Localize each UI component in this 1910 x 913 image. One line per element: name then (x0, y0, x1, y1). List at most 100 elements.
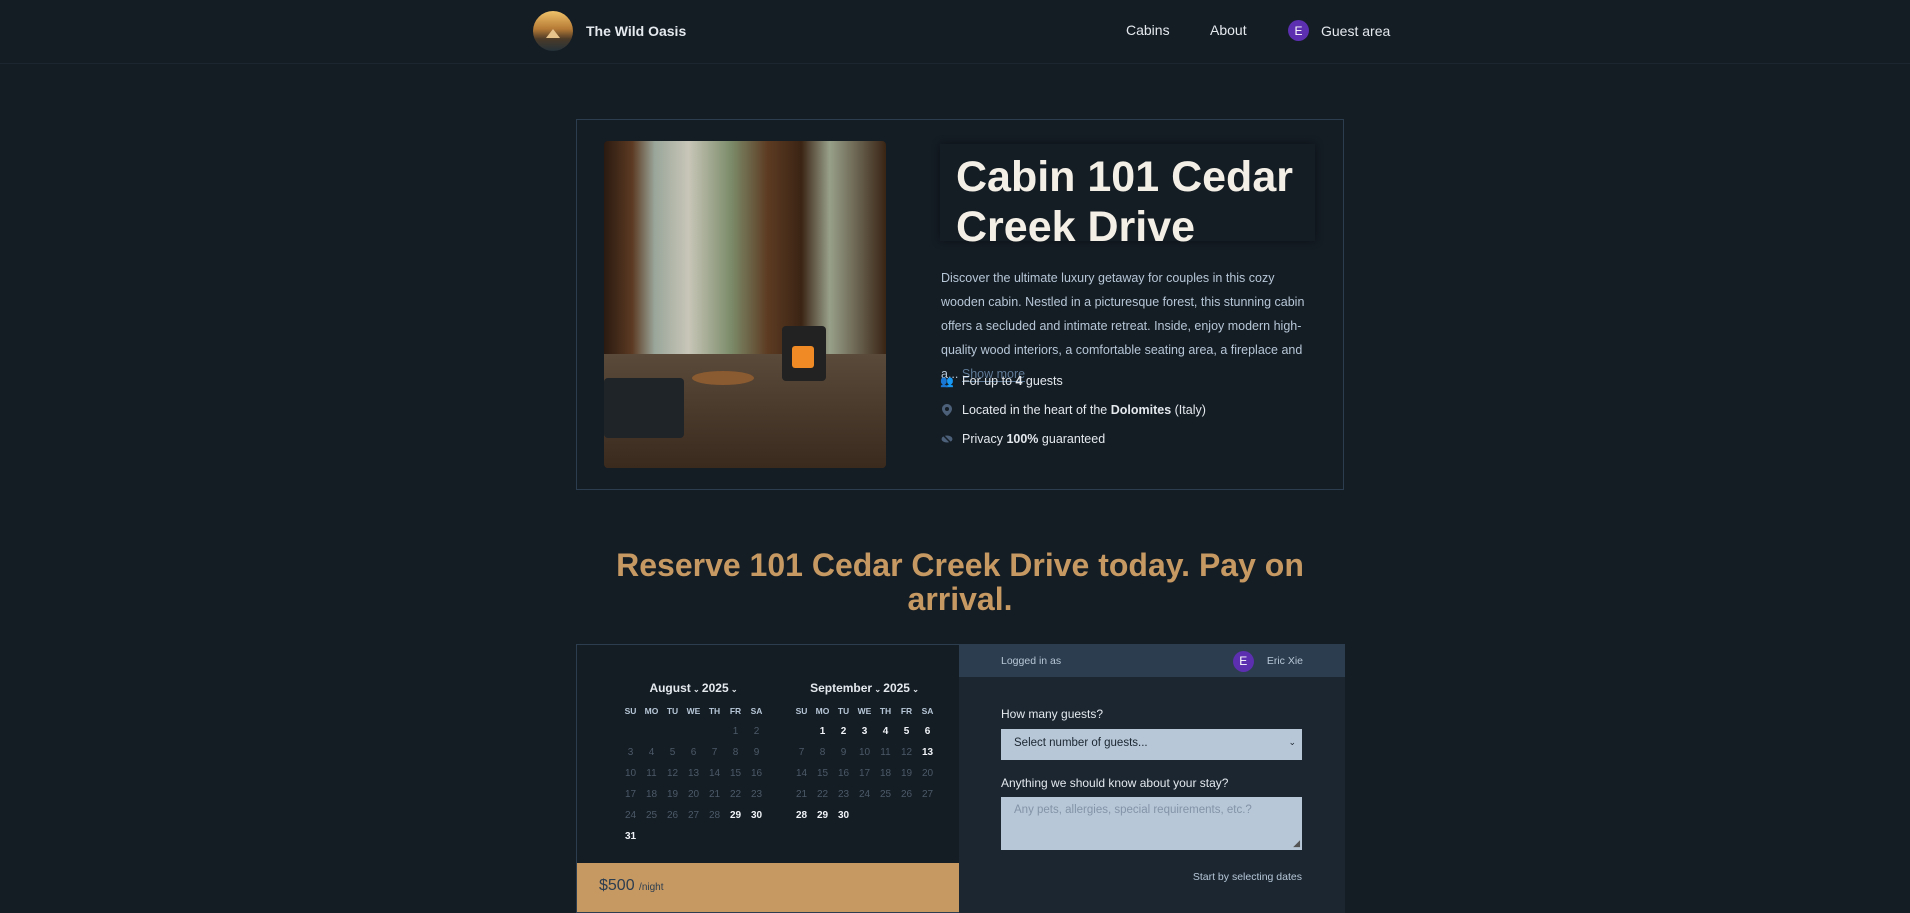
day-cell: 10 (624, 768, 637, 779)
weekday-label: TU (666, 706, 679, 716)
date-range-picker[interactable]: August ⌄ 2025 ⌄ SU MO TU WE TH FR SA 1 2 3 4 5 6 7 8 9 10… (577, 645, 959, 863)
day-cell: 8 (819, 747, 826, 758)
user-avatar: E (1232, 650, 1254, 672)
notes-textarea[interactable]: Any pets, allergies, special requirement… (1001, 797, 1302, 850)
weekday-label: SU (795, 706, 808, 716)
eye-slash-icon (941, 433, 953, 445)
month-select[interactable]: August (649, 681, 690, 695)
day-cell: 1 (732, 726, 739, 737)
feature-guests: 👥 For up to 4 guests (940, 374, 1063, 388)
day-cell: 21 (795, 789, 808, 800)
month-header[interactable]: August ⌄ 2025 ⌄ (620, 681, 767, 701)
notes-placeholder: Any pets, allergies, special requirement… (1014, 804, 1252, 816)
empty-cell (704, 721, 725, 742)
day-cell: 11 (880, 747, 891, 758)
guest-area-label: Guest area (1321, 22, 1391, 39)
logo-link[interactable]: The Wild Oasis (533, 11, 686, 51)
day-cell: 22 (816, 789, 829, 800)
day-cell: 2 (753, 726, 760, 737)
weekday-label: TH (708, 706, 721, 716)
feature-text: For up to 4 guests (962, 374, 1063, 388)
day-cell: 3 (627, 747, 634, 758)
day-cell: 12 (666, 768, 679, 779)
day-cell[interactable]: 31 (620, 826, 641, 847)
day-cell[interactable]: 13 (917, 742, 938, 763)
day-cell: 18 (645, 789, 658, 800)
day-cell: 13 (687, 768, 700, 779)
guests-select[interactable]: Select number of guests... ⌄ (1001, 729, 1302, 760)
reservation-form: Logged in as E Eric Xie How many guests?… (959, 645, 1345, 913)
empty-cell (620, 721, 641, 742)
day-cell: 9 (840, 747, 847, 758)
month-select[interactable]: September (810, 681, 872, 695)
avatar: E (1288, 20, 1309, 41)
year-select[interactable]: 2025 (883, 681, 910, 695)
day-cell: 20 (921, 768, 934, 779)
day-cell[interactable]: 29 (812, 805, 833, 826)
day-cell[interactable]: 28 (791, 805, 812, 826)
month-august: August ⌄ 2025 ⌄ SU MO TU WE TH FR SA 1 2 3 4 5 6 7 8 9 10… (620, 681, 767, 847)
weekday-label: MO (644, 706, 659, 716)
day-cell: 20 (687, 789, 700, 800)
day-cell[interactable]: 30 (746, 805, 767, 826)
day-cell: 8 (732, 747, 739, 758)
day-cell: 16 (837, 768, 850, 779)
weekday-label: WE (857, 706, 872, 716)
day-cell: 5 (669, 747, 676, 758)
nav-cabins[interactable]: Cabins (1126, 22, 1170, 38)
day-cell[interactable]: 1 (812, 721, 833, 742)
day-cell[interactable]: 2 (833, 721, 854, 742)
resize-handle-icon[interactable]: ◢ (1293, 838, 1300, 849)
day-cell[interactable]: 30 (833, 805, 854, 826)
day-cell: 25 (879, 789, 892, 800)
price-amount: $500 (599, 877, 635, 894)
site-header: The Wild Oasis Cabins About E Guest area (0, 0, 1910, 64)
chevron-down-icon: ⌄ (1288, 737, 1296, 747)
day-cell[interactable]: 4 (875, 721, 896, 742)
year-select[interactable]: 2025 (702, 681, 729, 695)
weekday-label: FR (900, 706, 913, 716)
select-dates-hint: Start by selecting dates (1192, 871, 1302, 883)
map-pin-icon (941, 404, 953, 416)
users-icon: 👥 (940, 375, 954, 388)
nav-guest-area[interactable]: E Guest area (1288, 20, 1390, 41)
month-header[interactable]: September ⌄ 2025 ⌄ (791, 681, 938, 701)
day-cell[interactable]: 29 (725, 805, 746, 826)
empty-cell (791, 721, 812, 742)
price-bar: $500 /night (577, 863, 959, 912)
cabin-title-box: Cabin 101 Cedar Creek Drive (940, 144, 1315, 251)
nav-about[interactable]: About (1210, 22, 1247, 38)
day-cell: 4 (648, 747, 655, 758)
day-cell: 26 (900, 789, 913, 800)
cabin-title: Cabin 101 Cedar Creek Drive (956, 153, 1293, 251)
cabin-card: Cabin 101 Cedar Creek Drive Discover the… (576, 119, 1344, 490)
logged-in-label: Logged in as (1001, 655, 1062, 667)
day-cell: 17 (858, 768, 871, 779)
day-cell: 27 (687, 810, 700, 821)
weekday-label: WE (686, 706, 701, 716)
description-text: Discover the ultimate luxury getaway for… (941, 271, 1305, 381)
day-cell: 14 (708, 768, 721, 779)
reserve-heading: Reserve 101 Cedar Creek Drive today. Pay… (616, 547, 1304, 617)
feature-location: Located in the heart of the Dolomites (I… (941, 403, 1206, 417)
cabin-description: Discover the ultimate luxury getaway for… (941, 266, 1321, 386)
day-cell: 16 (750, 768, 763, 779)
weekday-label: TH (879, 706, 892, 716)
day-cell: 14 (795, 768, 808, 779)
notes-label: Anything we should know about your stay? (1001, 776, 1229, 790)
weekday-label: FR (729, 706, 742, 716)
day-cell: 15 (816, 768, 829, 779)
day-cell: 11 (646, 768, 657, 779)
month-september: September ⌄ 2025 ⌄ SU MO TU WE TH FR SA 1 2 3 4 5 6 7 8… (791, 681, 938, 826)
day-cell: 7 (711, 747, 718, 758)
day-cell: 21 (708, 789, 721, 800)
logged-in-bar: Logged in as E Eric Xie (959, 645, 1345, 677)
day-cell[interactable]: 5 (896, 721, 917, 742)
day-cell: 7 (798, 747, 805, 758)
day-cell: 23 (750, 789, 763, 800)
day-cell: 19 (900, 768, 913, 779)
day-cell[interactable]: 6 (917, 721, 938, 742)
day-cell: 15 (729, 768, 742, 779)
day-cell[interactable]: 3 (854, 721, 875, 742)
day-cell: 24 (858, 789, 871, 800)
